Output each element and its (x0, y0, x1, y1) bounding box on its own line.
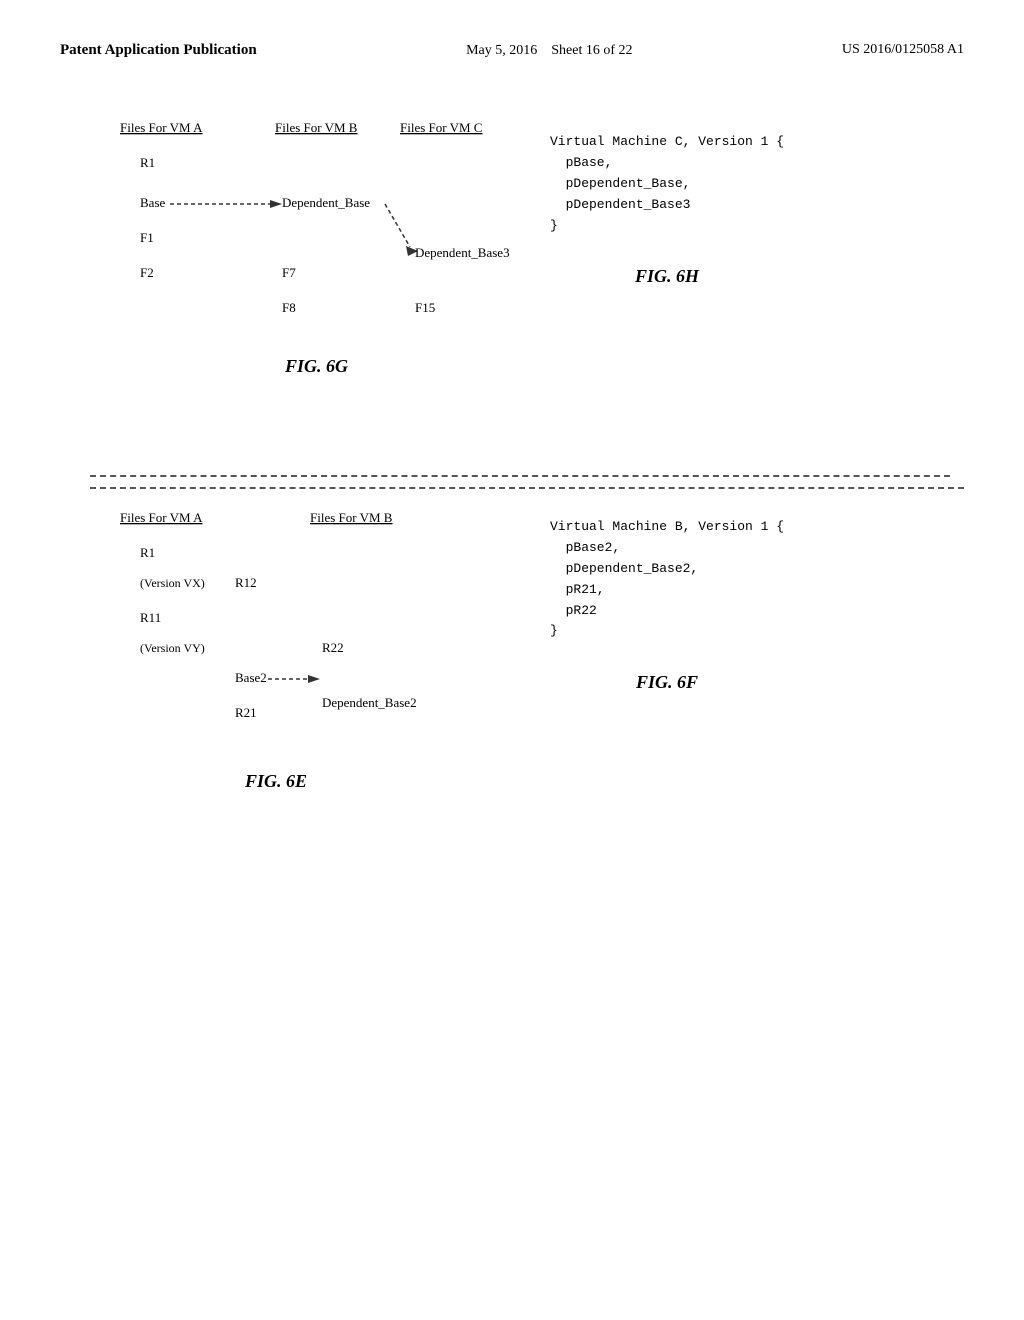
fig6f-diagram: Virtual Machine B, Version 1 { pBase2, p… (550, 517, 784, 693)
fig6g-col1-header: Files For VM A (120, 120, 203, 135)
fig6e-version-vy: (Version VY) (140, 641, 205, 655)
fig6g-diagram: Files For VM A Files For VM B Files For … (90, 112, 490, 457)
fig6g-f8: F8 (282, 300, 296, 315)
header-right: US 2016/0125058 A1 (842, 40, 964, 60)
fig6e-diagram: Files For VM A Files For VM B R1 (Versio… (90, 497, 490, 902)
fig6g-label: FIG. 6G (284, 356, 348, 376)
fig6h-diagram: Virtual Machine C, Version 1 { pBase, pD… (550, 132, 784, 287)
fig6e-base2-arrowhead (308, 675, 320, 683)
fig6g-base: Base (140, 195, 166, 210)
header: Patent Application Publication May 5, 20… (60, 40, 964, 72)
fig6g-dep-base-arrow-line (385, 204, 410, 247)
fig6h-code: Virtual Machine C, Version 1 { pBase, pD… (550, 132, 784, 236)
fig6e-base2: Base2 (235, 670, 267, 685)
patent-number: US 2016/0125058 A1 (842, 42, 964, 57)
fig6g-base-arrowhead (270, 200, 282, 208)
fig6e-r21: R21 (235, 705, 257, 720)
patent-publication-title: Patent Application Publication (60, 42, 257, 58)
publication-date: May 5, 2016 (466, 43, 537, 58)
fig6e-dep-base2: Dependent_Base2 (322, 695, 417, 710)
fig6g-f7: F7 (282, 265, 296, 280)
upper-row: Files For VM A Files For VM B Files For … (90, 112, 964, 465)
fig6g-f2: F2 (140, 265, 154, 280)
fig6e-r1: R1 (140, 545, 155, 560)
fig6f-label: FIG. 6F (636, 672, 698, 692)
fig6g-dep-base3: Dependent_Base3 (415, 245, 510, 260)
fig6g-dep-base: Dependent_Base (282, 195, 370, 210)
header-center: May 5, 2016 Sheet 16 of 22 (466, 40, 632, 62)
diagrams-area: Files For VM A Files For VM B Files For … (60, 112, 964, 902)
fig6h-label: FIG. 6H (635, 266, 699, 286)
horizontal-separator (90, 475, 950, 477)
page: Patent Application Publication May 5, 20… (0, 0, 1024, 1320)
fig6e-r22: R22 (322, 640, 344, 655)
fig6g-r1: R1 (140, 155, 155, 170)
fig6e-col2-header: Files For VM B (310, 510, 393, 525)
fig6e-label: FIG. 6E (244, 771, 307, 791)
fig6g-col2-header: Files For VM B (275, 120, 358, 135)
fig6e-col1-header: Files For VM A (120, 510, 203, 525)
fig6f-code: Virtual Machine B, Version 1 { pBase2, p… (550, 517, 784, 642)
fig6e-svg: Files For VM A Files For VM B R1 (Versio… (90, 497, 490, 897)
fig6g-col3-header: Files For VM C (400, 120, 482, 135)
fig6g-f1: F1 (140, 230, 154, 245)
fig6g-svg: Files For VM A Files For VM B Files For … (90, 112, 490, 452)
header-left: Patent Application Publication (60, 40, 257, 61)
fig6e-r11: R11 (140, 610, 161, 625)
fig6e-r12: R12 (235, 575, 257, 590)
sheet-number: Sheet 16 of 22 (551, 43, 632, 58)
fig6e-version-vx: (Version VX) (140, 576, 205, 590)
lower-row: Files For VM A Files For VM B R1 (Versio… (90, 487, 964, 902)
fig6g-f15: F15 (415, 300, 435, 315)
